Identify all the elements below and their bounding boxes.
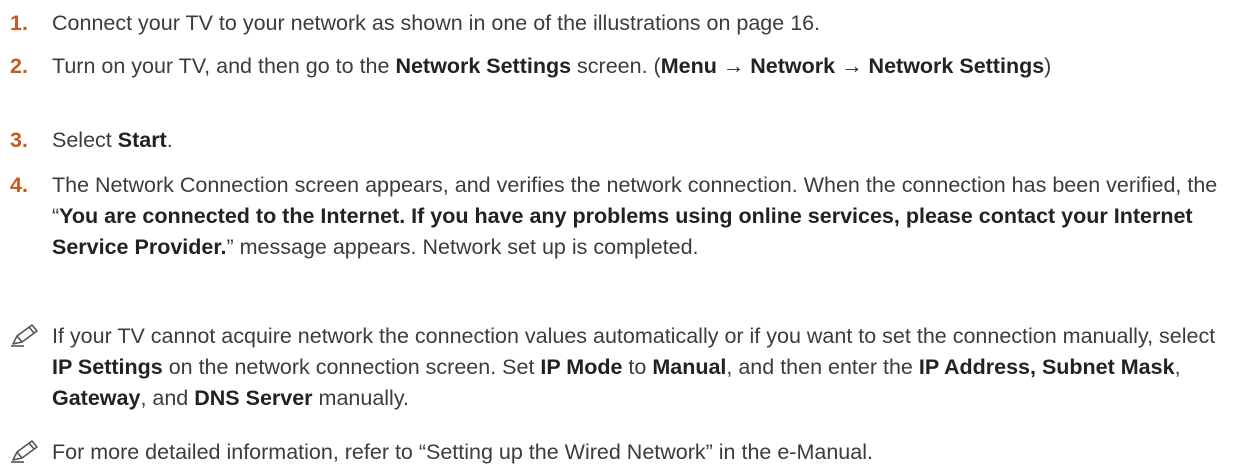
text-run: , and bbox=[140, 386, 195, 410]
step-2: 2. Turn on your TV, and then go to the N… bbox=[10, 51, 1240, 82]
step-number: 3. bbox=[10, 128, 28, 152]
step-number: 1. bbox=[10, 11, 28, 35]
step-1: 1. Connect your TV to your network as sh… bbox=[10, 8, 1240, 39]
text-run: If your TV cannot acquire network the co… bbox=[52, 324, 1216, 348]
emphasized-text: DNS Server bbox=[194, 386, 313, 410]
emphasized-text: IP Mode bbox=[540, 355, 623, 379]
step-text: Connect your TV to your network as shown… bbox=[52, 8, 1240, 39]
note-text: For more detailed information, refer to … bbox=[52, 437, 1240, 468]
emphasized-text: Network Settings bbox=[395, 54, 572, 78]
text-run: on the network connection screen. Set bbox=[162, 355, 541, 379]
emphasized-text: Manual bbox=[652, 355, 727, 379]
step-number: 4. bbox=[10, 173, 28, 197]
step-text: Turn on your TV, and then go to the Netw… bbox=[52, 51, 1240, 82]
step-text: Select Start. bbox=[52, 125, 1240, 156]
text-run: to bbox=[622, 355, 653, 379]
text-run: ” message appears. Network set up is com… bbox=[226, 235, 699, 259]
pencil-note-icon bbox=[11, 324, 38, 347]
text-run: , and then enter the bbox=[726, 355, 919, 379]
note-text: If your TV cannot acquire network the co… bbox=[52, 321, 1240, 414]
step-number: 2. bbox=[10, 54, 28, 78]
note-ip-settings: If your TV cannot acquire network the co… bbox=[10, 321, 1240, 414]
text-run: screen. ( bbox=[571, 54, 661, 78]
text-run: ) bbox=[1044, 54, 1052, 78]
emphasized-text: IP Address, Subnet Mask bbox=[918, 355, 1175, 379]
step-3: 3. Select Start. bbox=[10, 125, 1240, 156]
emphasized-text: Start bbox=[117, 128, 167, 152]
instructions-document: 1. Connect your TV to your network as sh… bbox=[0, 0, 1260, 476]
text-run: manually. bbox=[312, 386, 409, 410]
text-run: Turn on your TV, and then go to the bbox=[52, 54, 396, 78]
text-run: , bbox=[1174, 355, 1181, 379]
text-run: Select bbox=[52, 128, 118, 152]
emphasized-text: Gateway bbox=[52, 386, 141, 410]
text-run: Connect your TV to your network as shown… bbox=[52, 11, 821, 35]
step-text: The Network Connection screen appears, a… bbox=[52, 170, 1240, 263]
text-run: . bbox=[166, 128, 173, 152]
note-emanual: For more detailed information, refer to … bbox=[10, 437, 1240, 468]
emphasized-text: Menu → Network → Network Settings bbox=[660, 54, 1045, 78]
text-run: For more detailed information, refer to … bbox=[52, 440, 873, 464]
emphasized-text: IP Settings bbox=[52, 355, 163, 379]
step-4: 4. The Network Connection screen appears… bbox=[10, 170, 1240, 263]
pencil-note-icon bbox=[11, 440, 38, 463]
